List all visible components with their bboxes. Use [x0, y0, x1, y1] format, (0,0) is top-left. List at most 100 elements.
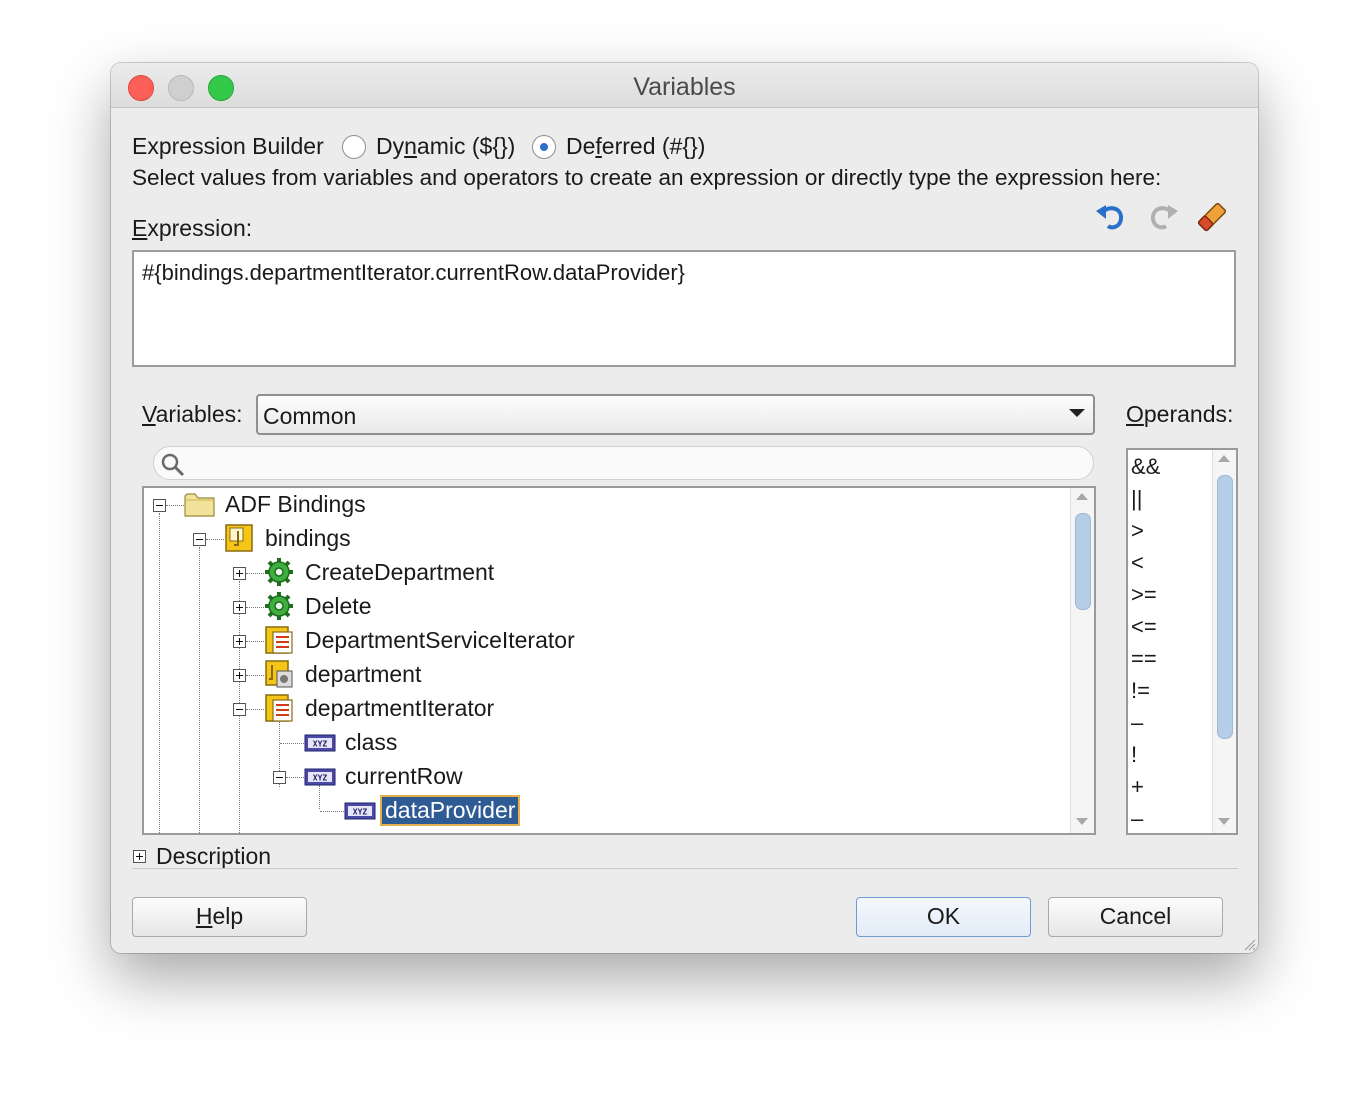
search-icon	[161, 453, 185, 477]
operand-item[interactable]: >	[1131, 518, 1144, 544]
instructions-text: Select values from variables and operato…	[132, 165, 1162, 190]
tree-guide	[166, 505, 184, 506]
operand-item[interactable]: –	[1131, 806, 1143, 832]
dynamic-radio[interactable]	[342, 135, 366, 159]
resize-grip-icon[interactable]	[1242, 937, 1256, 951]
tree-node-departmentserviceiterator[interactable]: DepartmentServiceIterator	[144, 624, 1044, 658]
collapse-icon[interactable]	[153, 499, 166, 512]
tree-node-delete[interactable]: Delete	[144, 590, 1044, 624]
variables-search-input[interactable]	[153, 446, 1094, 480]
tree-guide	[206, 539, 224, 540]
operand-item[interactable]: ==	[1131, 646, 1157, 672]
title-bar[interactable]: Variables	[111, 63, 1258, 108]
variables-select-value: Common	[263, 403, 357, 429]
property-icon: XYZ	[344, 802, 376, 820]
expand-icon[interactable]	[233, 567, 246, 580]
tree-node-bindings[interactable]: bindings	[144, 522, 1044, 556]
operand-item[interactable]: &&	[1131, 454, 1160, 480]
scroll-down-icon[interactable]	[1218, 818, 1230, 825]
dynamic-radio-label[interactable]: Dynamic (${})	[376, 133, 515, 160]
description-label[interactable]: Description	[156, 843, 271, 870]
expand-icon[interactable]	[233, 601, 246, 614]
gear-icon	[265, 558, 293, 586]
operand-item[interactable]: !=	[1131, 678, 1150, 704]
expression-label: Expression:	[132, 215, 253, 241]
attribute-binding-icon	[265, 660, 293, 688]
operands-scrollbar-thumb[interactable]	[1217, 475, 1233, 739]
divider	[132, 868, 1238, 869]
tree-guide	[246, 675, 264, 676]
collapse-icon[interactable]	[233, 703, 246, 716]
cancel-button[interactable]: Cancel	[1048, 897, 1223, 937]
tree-node-label: CreateDepartment	[305, 559, 495, 585]
tree-scrollbar[interactable]	[1070, 488, 1094, 833]
undo-icon[interactable]	[1094, 199, 1130, 235]
tree-node-departmentiterator[interactable]: departmentIterator	[144, 692, 1044, 726]
variables-label: Variables:	[142, 401, 243, 427]
tree-guide	[246, 607, 264, 608]
tree-scrollbar-thumb[interactable]	[1075, 513, 1091, 610]
variables-tree[interactable]: ADF Bindings bindings CreateDepartment D…	[142, 486, 1096, 835]
expression-editor[interactable]: #{bindings.departmentIterator.currentRow…	[132, 250, 1236, 367]
operand-item[interactable]: ||	[1131, 486, 1142, 512]
operands-list[interactable]: && || > < >= <= == != – ! + –	[1126, 448, 1238, 835]
collapse-icon[interactable]	[273, 771, 286, 784]
tree-guide	[280, 743, 304, 744]
tree-guide	[246, 573, 264, 574]
ok-button[interactable]: OK	[856, 897, 1031, 937]
operand-item[interactable]: <=	[1131, 614, 1157, 640]
operands-label: Operands:	[1126, 401, 1234, 427]
deferred-radio-label[interactable]: Deferred (#{})	[566, 133, 705, 160]
tree-node-dataprovider[interactable]: XYZ dataProvider	[144, 794, 1044, 828]
tree-node-label: class	[345, 729, 398, 755]
help-button[interactable]: Help	[132, 897, 307, 937]
tree-node-adf-bindings[interactable]: ADF Bindings	[144, 488, 1044, 522]
eraser-icon[interactable]	[1194, 199, 1230, 235]
operand-item[interactable]: <	[1131, 550, 1144, 576]
tree-node-class[interactable]: XYZ class	[144, 726, 1044, 760]
tree-node-currentrow[interactable]: XYZ currentRow	[144, 760, 1044, 794]
tree-node-label: ADF Bindings	[225, 491, 366, 517]
operand-item[interactable]: !	[1131, 742, 1137, 768]
tree-node-label: department	[305, 661, 422, 687]
svg-text:XYZ: XYZ	[313, 774, 328, 783]
operand-item[interactable]: >=	[1131, 582, 1157, 608]
bindings-icon	[225, 524, 253, 552]
tree-guide	[320, 811, 344, 812]
scroll-up-icon[interactable]	[1218, 455, 1230, 462]
property-icon: XYZ	[304, 768, 336, 786]
expand-icon[interactable]	[233, 635, 246, 648]
description-expand-icon[interactable]	[133, 850, 146, 863]
scroll-up-icon[interactable]	[1076, 493, 1088, 500]
iterator-icon	[265, 694, 293, 722]
tree-node-label: Delete	[305, 593, 372, 619]
collapse-icon[interactable]	[193, 533, 206, 546]
svg-text:XYZ: XYZ	[353, 808, 368, 817]
tree-node-label: bindings	[265, 525, 351, 551]
window-title: Variables	[633, 73, 736, 101]
variables-select[interactable]: Common	[256, 394, 1095, 435]
deferred-radio[interactable]	[532, 135, 556, 159]
redo-icon[interactable]	[1144, 199, 1180, 235]
operands-scrollbar[interactable]	[1212, 450, 1236, 833]
expand-icon[interactable]	[233, 669, 246, 682]
property-icon: XYZ	[304, 734, 336, 752]
tree-node-label: departmentIterator	[305, 695, 495, 721]
iterator-icon	[265, 626, 293, 654]
expression-text: #{bindings.departmentIterator.currentRow…	[142, 260, 685, 285]
scroll-down-icon[interactable]	[1076, 818, 1088, 825]
tree-guide	[286, 777, 304, 778]
tree-guide	[246, 641, 264, 642]
operand-item[interactable]: –	[1131, 710, 1143, 736]
folder-icon	[184, 493, 215, 517]
operand-item[interactable]: +	[1131, 774, 1144, 800]
tree-node-label: currentRow	[345, 763, 463, 789]
expression-builder-label: Expression Builder	[132, 133, 324, 159]
chevron-down-icon	[1069, 409, 1085, 417]
tree-node-label-selected: dataProvider	[379, 795, 521, 826]
tree-guide	[246, 709, 264, 710]
tree-node-label: DepartmentServiceIterator	[305, 627, 575, 653]
tree-node-department[interactable]: department	[144, 658, 1044, 692]
gear-icon	[265, 592, 293, 620]
tree-node-createdepartment[interactable]: CreateDepartment	[144, 556, 1044, 590]
